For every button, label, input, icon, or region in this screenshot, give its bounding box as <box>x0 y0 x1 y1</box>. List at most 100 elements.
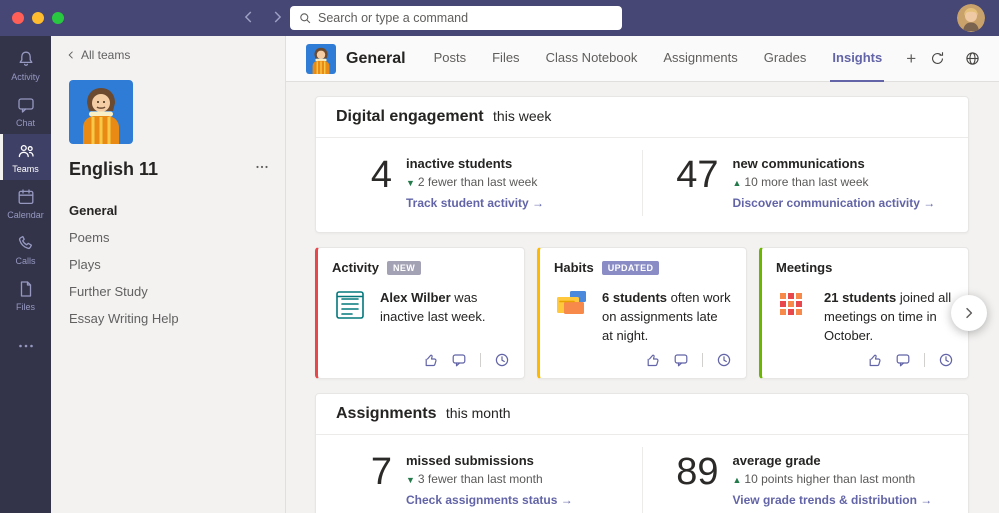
tab-class-notebook[interactable]: Class Notebook <box>544 36 640 82</box>
discover-communication-activity-link[interactable]: Discover communication activity → <box>733 196 936 210</box>
more-dots-icon <box>18 344 33 348</box>
stat-value: 7 <box>370 451 392 493</box>
tab-files[interactable]: Files <box>490 36 521 82</box>
panel-body: 7 missed submissions ▼ 3 fewer than last … <box>316 435 968 513</box>
view-grade-trends-link[interactable]: View grade trends & distribution → <box>733 493 933 507</box>
rail-item-files[interactable]: Files <box>0 272 51 318</box>
channel-item-further-study[interactable]: Further Study <box>51 278 285 305</box>
titlebar <box>0 0 999 36</box>
stat-label: new communications <box>732 156 865 171</box>
snooze-clock-icon[interactable] <box>938 352 954 368</box>
channel-list: General Poems Plays Further Study Essay … <box>51 197 285 332</box>
habits-insight-card[interactable]: Habits UPDATED 6 students often work on … <box>537 247 747 379</box>
stat-trend: ▼ 3 fewer than last month <box>406 472 573 486</box>
bell-icon <box>19 51 32 66</box>
stat-trend: ▲ 10 more than last week <box>733 175 936 189</box>
trend-text: 10 points higher than last month <box>744 472 916 486</box>
team-avatar <box>69 80 133 144</box>
channel-item-essay-writing-help[interactable]: Essay Writing Help <box>51 305 285 332</box>
panel-period: this month <box>445 405 511 421</box>
trend-text: 2 fewer than last week <box>417 175 538 189</box>
refresh-icon[interactable] <box>929 50 946 67</box>
new-badge: NEW <box>386 260 422 275</box>
card-title: Activity <box>332 260 379 275</box>
stat-average-grade: 89 average grade ▲ 10 points higher than … <box>641 447 969 513</box>
tab-insights[interactable]: Insights <box>830 36 885 82</box>
more-dots-icon <box>256 165 268 169</box>
all-teams-back-button[interactable]: All teams <box>51 48 285 62</box>
window-minimize-button[interactable] <box>32 12 44 24</box>
tab-assignments[interactable]: Assignments <box>661 36 739 82</box>
stat-value: 89 <box>676 451 719 493</box>
search-input[interactable] <box>318 11 614 25</box>
calendar-icon <box>18 189 33 205</box>
stat-label: missed submissions <box>406 453 534 468</box>
panel-period: this week <box>493 108 552 124</box>
chat-icon <box>17 98 34 113</box>
window-controls <box>12 12 64 24</box>
track-student-activity-link[interactable]: Track student activity → <box>406 196 544 210</box>
separator <box>702 353 703 367</box>
card-title: Meetings <box>776 260 833 275</box>
stat-label: inactive students <box>406 156 513 171</box>
teams-icon <box>18 144 34 158</box>
panel-title: Assignments <box>336 405 437 422</box>
comment-icon[interactable] <box>895 352 911 368</box>
trend-down-icon: ▼ <box>406 178 415 188</box>
comment-icon[interactable] <box>451 352 467 368</box>
back-button[interactable] <box>240 8 258 31</box>
channel-header: General Posts Files Class Notebook Assig… <box>286 36 999 82</box>
meetings-insight-card[interactable]: Meetings 21 students joined all meetings… <box>759 247 969 379</box>
search-icon <box>300 13 311 24</box>
stat-trend: ▲ 10 points higher than last month <box>733 472 933 486</box>
comment-icon[interactable] <box>673 352 689 368</box>
channel-item-plays[interactable]: Plays <box>51 251 285 278</box>
forward-button[interactable] <box>268 8 286 31</box>
snooze-clock-icon[interactable] <box>716 352 732 368</box>
stat-new-communications: 47 new communications ▲ 10 more than last… <box>641 150 969 216</box>
thumbs-up-icon[interactable] <box>422 352 438 368</box>
activity-insight-card[interactable]: Activity NEW Alex Wilber was inactive la… <box>315 247 525 379</box>
snooze-clock-icon[interactable] <box>494 352 510 368</box>
trend-up-icon: ▲ <box>732 475 742 485</box>
user-avatar[interactable] <box>957 4 985 32</box>
team-sidebar: All teams English 11 General Poems Plays… <box>51 36 286 513</box>
rail-item-calendar[interactable]: Calendar <box>0 180 51 226</box>
tab-posts[interactable]: Posts <box>432 36 469 82</box>
channel-item-general[interactable]: General <box>51 197 285 224</box>
channel-item-poems[interactable]: Poems <box>51 224 285 251</box>
add-tab-button[interactable]: + <box>906 36 916 82</box>
digital-engagement-panel: Digital engagement this week 4 inactive … <box>315 96 969 233</box>
rail-item-calls[interactable]: Calls <box>0 226 51 272</box>
check-assignments-status-link[interactable]: Check assignments status → <box>406 493 573 507</box>
updated-badge: UPDATED <box>601 260 660 275</box>
rail-label: Files <box>15 302 35 312</box>
stat-value: 47 <box>676 154 719 196</box>
carousel-next-button[interactable] <box>951 295 987 331</box>
globe-icon[interactable] <box>964 50 981 67</box>
tab-grades[interactable]: Grades <box>762 36 809 82</box>
shakespeare-avatar-image <box>69 80 133 144</box>
thumbs-up-icon[interactable] <box>644 352 660 368</box>
panel-header: Digital engagement this week <box>316 97 968 138</box>
thumbs-up-icon[interactable] <box>866 352 882 368</box>
rail-item-activity[interactable]: Activity <box>0 42 51 88</box>
stat-trend: ▼ 2 fewer than last week <box>406 175 544 189</box>
chevron-left-icon <box>68 51 73 59</box>
separator <box>480 353 481 367</box>
main-area: General Posts Files Class Notebook Assig… <box>286 36 999 513</box>
channel-title: General <box>346 49 406 67</box>
rail-item-teams[interactable]: Teams <box>0 134 51 180</box>
card-actions <box>866 352 954 368</box>
chevron-right-icon <box>966 307 973 319</box>
window-zoom-button[interactable] <box>52 12 64 24</box>
window-close-button[interactable] <box>12 12 24 24</box>
rail-more-button[interactable] <box>0 328 51 364</box>
document-icon <box>20 281 31 297</box>
all-teams-label: All teams <box>81 48 131 62</box>
app-rail: Activity Chat Teams Calendar Calls Files <box>0 36 51 513</box>
team-options-button[interactable] <box>253 158 271 181</box>
rail-item-chat[interactable]: Chat <box>0 88 51 134</box>
user-avatar-image <box>957 4 985 32</box>
teams-app-window: Activity Chat Teams Calendar Calls Files <box>0 0 999 513</box>
